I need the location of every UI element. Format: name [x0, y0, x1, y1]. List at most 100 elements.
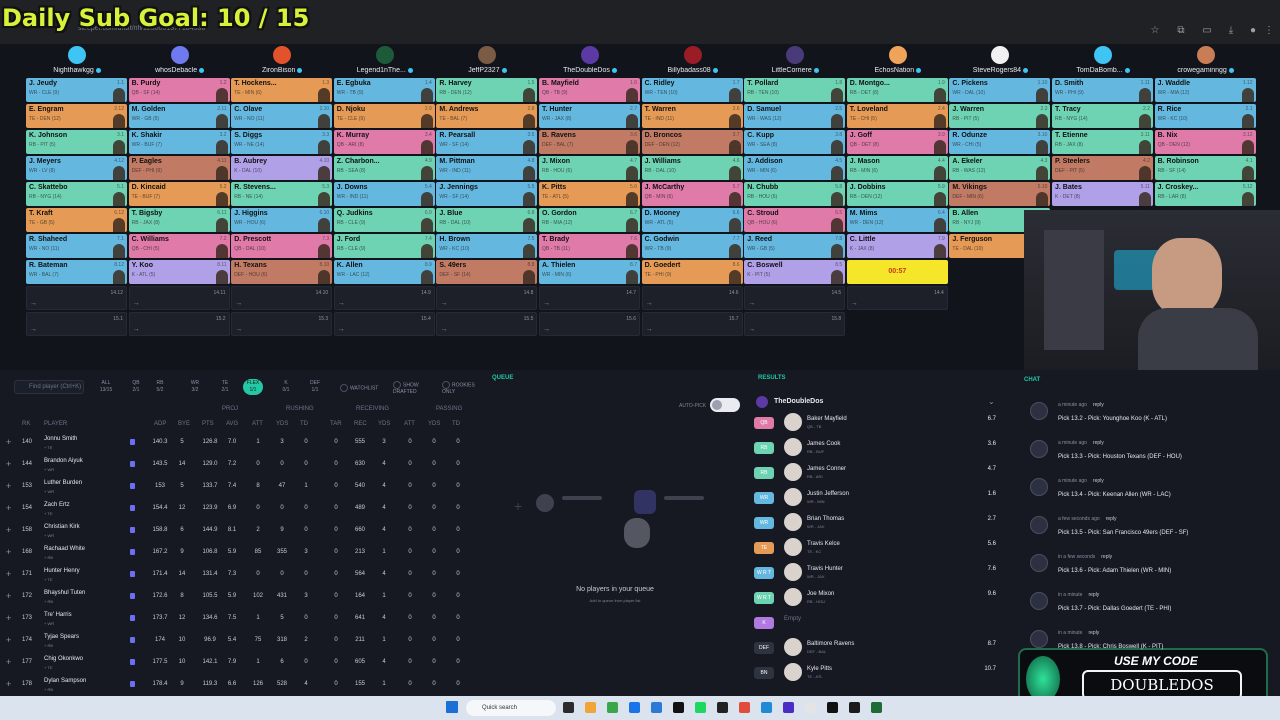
draft-pick-cell[interactable]: E. Engram TE - DEN (12) 2.12 [26, 104, 127, 128]
draft-pick-cell[interactable]: M. Golden WR - GB (5) 2.11 [128, 104, 230, 128]
menu-icon[interactable]: ⋮ [1264, 26, 1274, 36]
draft-pick-cell[interactable]: P. Eagles DEF - PHI (9) 4.11 [128, 156, 230, 180]
draft-pick-cell[interactable]: B. Nix QB - DEN (12) 3.12 [1154, 130, 1256, 154]
taskbar-search[interactable]: Quick search [466, 700, 556, 716]
watchlist-toggle[interactable]: WATCHLIST [340, 384, 378, 392]
extensions-icon[interactable]: ⧉ [1176, 26, 1186, 36]
draft-pick-cell[interactable]: Z. Charbon... RB - SEA (8) 4.9 [333, 156, 435, 180]
draft-pick-cell[interactable]: J. Higgins WR - HOU (6) 6.10 [231, 208, 333, 232]
add-to-queue-icon[interactable]: + [6, 613, 11, 623]
position-tab-all[interactable]: ALL 13/15 [96, 379, 116, 395]
draft-pick-cell[interactable]: C. Williams QB - CHI (5) 7.2 [128, 234, 230, 258]
draft-pick-cell[interactable]: H. Texans DEF - HOU (6) 8.10 [231, 260, 333, 284]
draft-pick-cell[interactable]: A. Ekeler RB - WAS (12) 4.3 [949, 156, 1051, 180]
draft-pick-cell[interactable]: D. Prescott QB - DAL (10) 7.3 [231, 234, 333, 258]
chat-reply-link[interactable]: reply [1101, 554, 1112, 560]
draft-pick-cell[interactable]: D. Kincaid TE - BUF (7) 5.2 [128, 182, 230, 206]
team-header[interactable]: crowegaminngg [1155, 44, 1257, 78]
draft-pick-cell[interactable]: T. Kraft TE - GB (5) 6.12 [26, 208, 127, 232]
roster-slot[interactable]: DEF Baltimore Ravens DEF - BAL 8.7 [754, 636, 1004, 660]
draft-pick-cell[interactable]: J. McCarthy QB - MIN (6) 5.7 [641, 182, 743, 206]
draft-pick-cell[interactable]: D. Samuel WR - WAS (12) 2.5 [744, 104, 846, 128]
position-tab-wr[interactable]: WR 3/2 [185, 379, 205, 395]
draft-pick-cell[interactable]: T. Hunter WR - JAX (8) 2.7 [539, 104, 640, 128]
draft-pick-cell[interactable]: T. Brady QB - TB (11) 7.6 [539, 234, 640, 258]
column-header[interactable]: TAR [330, 421, 342, 427]
draft-pick-cell[interactable]: M. Mims WR - DEN (12) 6.4 [846, 208, 948, 232]
draft-pick-cell[interactable]: T. Loveland TE - CHI (5) 2.4 [846, 104, 948, 128]
player-row[interactable]: +140 Jonnu Smith + TE 140.3 5 126.8 7.0 1 3 0 0 555… [0, 432, 480, 454]
draft-pick-cell[interactable]: C. Pickens WR - DAL (10) 1.10 [949, 78, 1051, 102]
roster-slot[interactable]: WR Justin Jefferson WR - MIN 1.6 [754, 486, 1004, 510]
draft-pick-cell[interactable]: J. Waddle WR - MIA (12) 1.12 [1154, 78, 1256, 102]
rookies-only-toggle[interactable]: ROOKIES ONLY [442, 381, 480, 395]
draft-pick-cell[interactable]: J. Addison WR - MIN (6) 4.5 [744, 156, 846, 180]
roster-slot[interactable]: TE Travis Kelce TE - KC 5.6 [754, 536, 1004, 560]
roster-slot[interactable]: QB Baker Mayfield QB - TB 6.7 [754, 411, 1004, 435]
queue-icon[interactable] [130, 527, 135, 533]
team-header[interactable]: Billybadass08 [642, 44, 744, 78]
draft-pick-cell[interactable]: J. Jennings WR - SF (14) 5.5 [436, 182, 538, 206]
add-to-queue-icon[interactable]: + [6, 591, 11, 601]
draft-pick-cell[interactable]: T. Etienne RB - JAX (8) 3.11 [1052, 130, 1153, 154]
file-explorer-icon[interactable] [585, 702, 596, 713]
team-header[interactable]: Legend1nThe... [334, 44, 436, 78]
draft-pick-cell[interactable]: J. Ford RB - CLE (9) 7.4 [333, 234, 435, 258]
roster-slot[interactable]: W R T Joe Mixon RB - HOU 9.6 [754, 586, 1004, 610]
draft-pick-cell[interactable]: J. Dobbins RB - DEN (12) 5.9 [846, 182, 948, 206]
roster-slot[interactable]: BN Kyle Pitts TE - ATL 10.7 [754, 661, 1004, 685]
draft-pick-cell[interactable]: J. Bates K - DET (8) 5.11 [1052, 182, 1153, 206]
column-header[interactable]: ATT [252, 421, 263, 427]
draft-pick-cell[interactable]: C. Skattebo RB - NYG (14) 5.1 [26, 182, 127, 206]
results-team-select[interactable]: TheDoubleDos [774, 398, 823, 405]
column-header[interactable]: PLAYER [44, 421, 67, 427]
column-header[interactable]: TD [300, 421, 308, 427]
draft-pick-cell[interactable]: J. Blue RB - DAL (10) 6.8 [436, 208, 538, 232]
draft-pick-cell[interactable]: P. Steelers DEF - PIT (5) 4.2 [1052, 156, 1153, 180]
player-row[interactable]: +174 Tyjae Spears + RB 174 10 96.9 5.4 75 318 2 0 2… [0, 630, 480, 652]
queue-icon[interactable] [130, 505, 135, 511]
queue-icon[interactable] [130, 593, 135, 599]
draft-pick-cell[interactable]: R. Odunze WR - CHI (5) 3.10 [949, 130, 1051, 154]
column-header[interactable]: BYE [178, 421, 190, 427]
draft-pick-cell[interactable]: T. Bigsby RB - JAX (8) 6.11 [128, 208, 230, 232]
column-header[interactable]: YDS [378, 421, 390, 427]
draft-pick-cell[interactable]: D. Smith WR - PHI (9) 1.11 [1052, 78, 1153, 102]
position-tab-rb[interactable]: RB 5/2 [150, 379, 170, 395]
bookmark-star-icon[interactable]: ☆ [1150, 26, 1160, 36]
draft-pick-cell[interactable]: D. Goedert TE - PHI (9) 8.6 [641, 260, 743, 284]
draft-pick-cell[interactable]: K. Pitts TE - ATL (5) 5.6 [539, 182, 640, 206]
draft-pick-cell[interactable]: R. Pearsall WR - SF (14) 3.5 [436, 130, 538, 154]
draft-pick-cell[interactable]: J. Mixon RB - HOU (6) 4.7 [539, 156, 640, 180]
autopick-toggle[interactable] [710, 398, 740, 412]
add-to-queue-icon[interactable]: + [6, 569, 11, 579]
draft-pick-cell[interactable]: D. Montgo... RB - DET (8) 1.9 [846, 78, 948, 102]
add-to-queue-icon[interactable]: + [6, 547, 11, 557]
queue-icon[interactable] [130, 571, 135, 577]
chrome-icon[interactable] [629, 702, 640, 713]
draft-pick-cell[interactable]: D. Njoku TE - CLE (9) 2.9 [333, 104, 435, 128]
excel-icon[interactable] [871, 702, 882, 713]
add-to-queue-icon[interactable]: + [6, 635, 11, 645]
queue-icon[interactable] [130, 483, 135, 489]
edge-icon[interactable] [607, 702, 618, 713]
windows-start-icon[interactable] [446, 701, 458, 713]
position-tab-te[interactable]: TE 2/1 [215, 379, 235, 395]
terminal-icon[interactable] [673, 702, 684, 713]
position-tab-qb[interactable]: QB 2/1 [126, 379, 146, 395]
add-to-queue-icon[interactable]: + [6, 657, 11, 667]
queue-icon[interactable] [130, 637, 135, 643]
queue-icon[interactable] [130, 659, 135, 665]
draft-pick-cell[interactable]: B. Purdy QB - SF (14) 1.2 [128, 78, 230, 102]
show-drafted-toggle[interactable]: SHOW DRAFTED [393, 381, 433, 395]
player-name[interactable]: Hunter Henry [44, 568, 80, 574]
player-row[interactable]: +177 Chig Okonkwo + TE 177.5 10 142.1 7.9 1 6 0 0 6… [0, 652, 480, 674]
draft-pick-cell[interactable]: C. Stroud QB - HOU (6) 6.5 [744, 208, 846, 232]
spotify-icon[interactable] [695, 702, 706, 713]
draft-pick-cell[interactable]: B. Robinson RB - SF (14) 4.1 [1154, 156, 1256, 180]
team-header[interactable]: EchosNation [847, 44, 949, 78]
player-name[interactable]: Rachaad White [44, 546, 85, 552]
settings-icon[interactable] [805, 702, 816, 713]
draft-pick-cell[interactable]: R. Rice WR - KC (10) 2.1 [1154, 104, 1256, 128]
draft-pick-cell[interactable]: T. Tracy RB - NYG (14) 2.2 [1052, 104, 1153, 128]
